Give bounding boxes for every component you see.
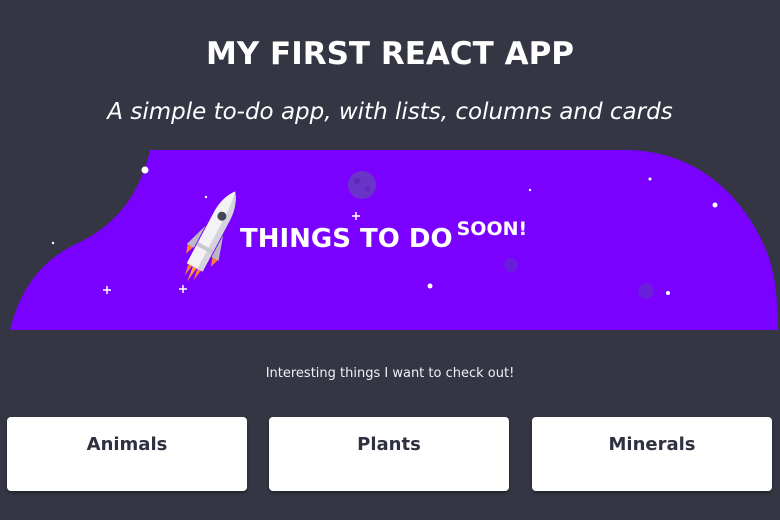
hero-heading: THINGS TO DO SOON!	[240, 218, 527, 256]
app-subtitle: A simple to-do app, with lists, columns …	[107, 99, 673, 125]
column-title: Minerals	[608, 434, 696, 455]
column-title: Animals	[86, 434, 168, 455]
planet-small-icon	[638, 283, 654, 299]
app-title: MY FIRST REACT APP	[205, 36, 575, 72]
column-minerals[interactable]: Minerals	[532, 417, 772, 491]
hero-heading-superscript: SOON!	[456, 218, 528, 240]
list-description: Interesting things I want to check out!	[265, 366, 515, 381]
column-title: Plants	[357, 434, 421, 455]
planet-small-icon	[504, 258, 518, 272]
column-plants[interactable]: Plants	[269, 417, 509, 491]
hero-heading-text: THINGS TO DO	[240, 224, 453, 254]
column-animals[interactable]: Animals	[7, 417, 247, 491]
hero-banner: THINGS TO DO SOON!	[0, 150, 780, 330]
planet-icon	[348, 171, 376, 199]
columns-container: Animals Plants Minerals	[0, 417, 780, 491]
